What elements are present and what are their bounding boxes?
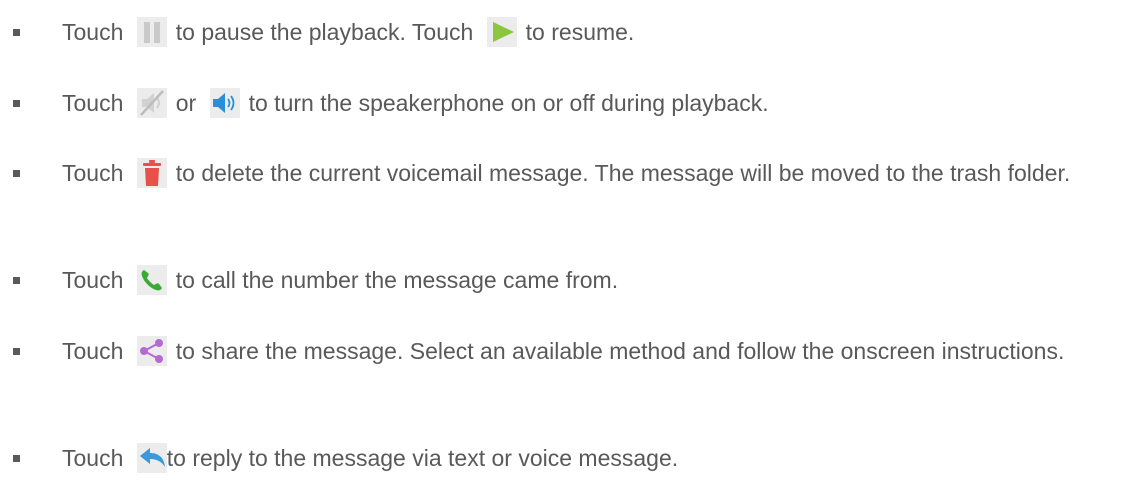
share-icon <box>136 336 167 366</box>
bullet <box>13 170 20 177</box>
item-text: to reply to the message via text or voic… <box>166 445 679 471</box>
speaker-off-icon <box>136 88 167 118</box>
item-text: Touch <box>62 267 124 293</box>
item-text: to turn the speakerphone on or off durin… <box>248 90 769 116</box>
item-text: to delete the current voicemail message.… <box>175 160 1071 186</box>
item-text: to share the message. Select an availabl… <box>175 338 1065 364</box>
item-text: to call the number the message came from… <box>175 267 619 293</box>
bullet <box>13 348 20 355</box>
bullet <box>13 29 20 36</box>
item-text: Touch <box>62 90 124 116</box>
bullet <box>13 277 20 284</box>
trash-icon <box>136 158 167 188</box>
item-text: Touch <box>62 338 124 364</box>
bullet <box>13 100 20 107</box>
item-text: or <box>175 90 197 116</box>
reply-icon <box>136 443 167 473</box>
speaker-on-icon <box>209 88 240 118</box>
play-icon <box>486 17 517 47</box>
item-text: Touch <box>62 19 124 45</box>
pause-icon <box>136 17 167 47</box>
bullet <box>13 455 20 462</box>
item-text: to pause the playback. Touch <box>175 19 474 45</box>
item-text: Touch <box>62 160 124 186</box>
item-text: Touch <box>62 445 124 471</box>
phone-icon <box>136 265 167 295</box>
item-text: to resume. <box>525 19 635 45</box>
